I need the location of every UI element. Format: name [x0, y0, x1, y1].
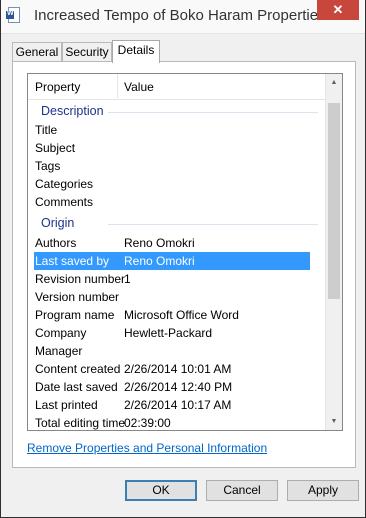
list-item-last-saved-by[interactable]: Last saved by Reno Omokri	[34, 252, 310, 270]
property-value: Microsoft Office Word	[124, 308, 239, 322]
properties-dialog: Increased Tempo of Boko Haram Properties…	[0, 0, 366, 518]
property-value: 1	[124, 272, 131, 286]
property-name: Total editing time	[35, 416, 126, 430]
list-item-content-created[interactable]: Content created 2/26/2014 10:01 AM	[28, 360, 326, 378]
list-item-manager[interactable]: Manager	[28, 342, 326, 360]
list-item-company[interactable]: Company Hewlett-Packard	[28, 324, 326, 342]
tab-details[interactable]: Details	[112, 40, 160, 63]
list-item-date-last-saved[interactable]: Date last saved 2/26/2014 12:40 PM	[28, 378, 326, 396]
list-item-categories[interactable]: Categories	[28, 175, 326, 193]
property-value: Reno Omokri	[124, 254, 195, 268]
remove-properties-link[interactable]: Remove Properties and Personal Informati…	[27, 441, 267, 455]
word-document-icon	[6, 7, 20, 23]
group-divider-line	[108, 112, 318, 113]
property-value: 02:39:00	[124, 416, 171, 430]
property-name: Manager	[35, 344, 83, 358]
details-panel: Property Value Description Title Subject…	[12, 61, 356, 468]
property-value: Reno Omokri	[124, 236, 195, 250]
group-origin: Origin	[28, 214, 326, 232]
scroll-up-arrow-icon[interactable]: ▲	[326, 74, 342, 91]
property-name: Categories	[35, 177, 94, 191]
list-item-comments[interactable]: Comments	[28, 193, 326, 211]
list-item-revision-number[interactable]: Revision number 1	[28, 270, 326, 288]
column-header-property[interactable]: Property	[35, 80, 80, 94]
property-name: Last saved by	[35, 254, 110, 268]
property-value: 2/26/2014 10:17 AM	[124, 398, 232, 412]
property-name: Tags	[35, 159, 61, 173]
cancel-button[interactable]: Cancel	[206, 480, 278, 501]
property-name: Last printed	[35, 398, 98, 412]
list-item-title[interactable]: Title	[28, 121, 326, 139]
scroll-down-arrow-icon[interactable]: ▼	[326, 413, 342, 430]
apply-button[interactable]: Apply	[287, 480, 359, 501]
column-divider[interactable]	[117, 74, 118, 98]
property-name: Program name	[35, 308, 115, 322]
tab-security[interactable]: Security	[62, 42, 112, 61]
ok-button[interactable]: OK	[125, 480, 197, 501]
list-item-version-number[interactable]: Version number	[28, 288, 326, 306]
tab-general[interactable]: General	[12, 42, 62, 61]
group-title-origin: Origin	[41, 216, 79, 230]
window-title: Increased Tempo of Boko Haram Properties	[34, 7, 326, 24]
list-item-authors[interactable]: Authors Reno Omokri	[28, 234, 326, 252]
property-name: Authors	[35, 236, 77, 250]
group-title-description: Description	[41, 104, 108, 118]
property-name: Title	[35, 123, 58, 137]
list-item-total-editing-time[interactable]: Total editing time 02:39:00	[28, 414, 326, 430]
column-header-value[interactable]: Value	[124, 80, 154, 94]
property-value: 2/26/2014 12:40 PM	[124, 380, 233, 394]
property-name: Version number	[35, 290, 120, 304]
list-item-tags[interactable]: Tags	[28, 157, 326, 175]
list-item-program-name[interactable]: Program name Microsoft Office Word	[28, 306, 326, 324]
close-button[interactable]: ✕	[317, 0, 359, 20]
property-name: Revision number	[35, 272, 126, 286]
properties-list[interactable]: Property Value Description Title Subject…	[27, 73, 343, 431]
group-description: Description	[28, 102, 326, 120]
list-item-last-printed[interactable]: Last printed 2/26/2014 10:17 AM	[28, 396, 326, 414]
property-value: Hewlett-Packard	[124, 326, 213, 340]
group-divider-line	[108, 224, 318, 225]
title-bar[interactable]: Increased Tempo of Boko Haram Properties…	[1, 0, 365, 34]
property-name: Subject	[35, 141, 76, 155]
list-item-subject[interactable]: Subject	[28, 139, 326, 157]
property-name: Content created	[35, 362, 121, 376]
scrollbar-thumb[interactable]	[328, 103, 340, 299]
vertical-scrollbar[interactable]: ▲ ▼	[325, 74, 342, 430]
property-name: Date last saved	[35, 380, 118, 394]
property-name: Comments	[35, 195, 94, 209]
list-header: Property Value	[28, 74, 326, 100]
property-name: Company	[35, 326, 87, 340]
property-value: 2/26/2014 10:01 AM	[124, 362, 232, 376]
